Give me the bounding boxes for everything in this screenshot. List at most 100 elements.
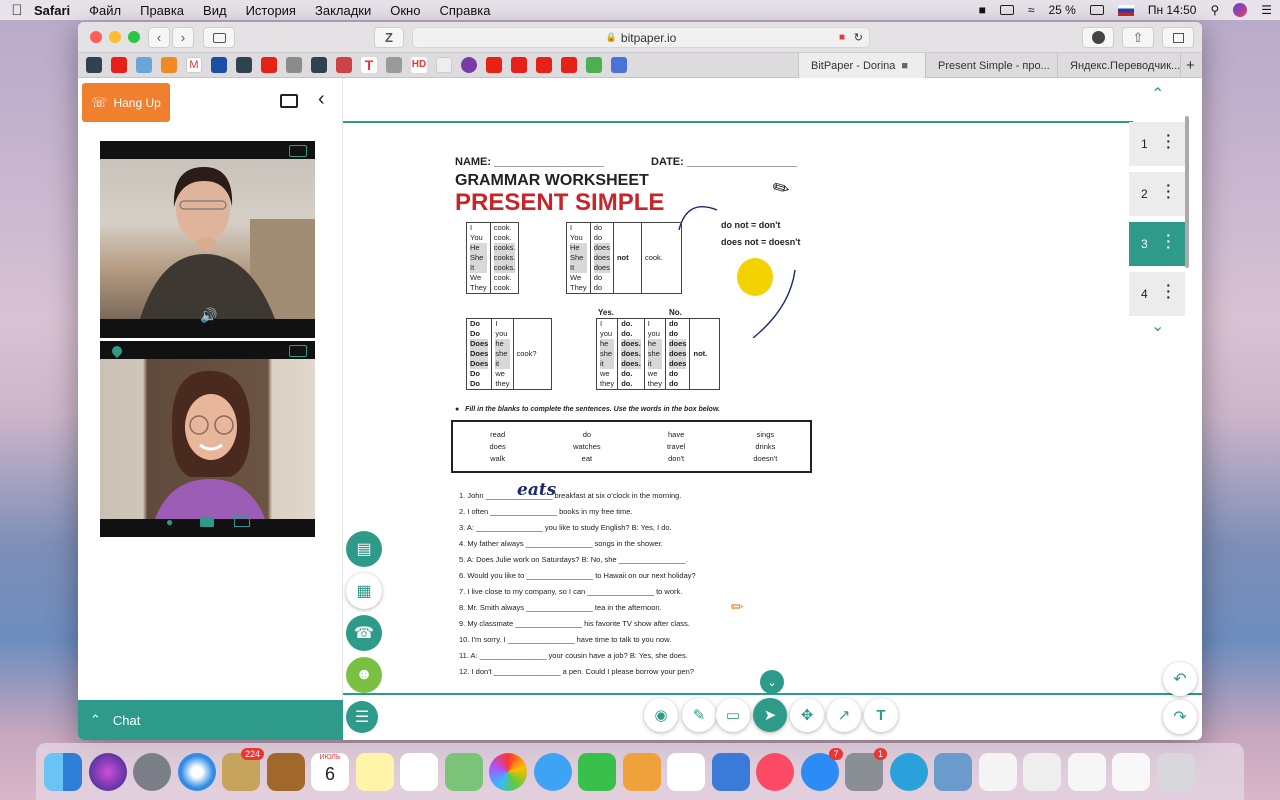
- collapse-panel-chevron-icon[interactable]: ‹: [318, 88, 325, 111]
- downloads-button[interactable]: [1082, 27, 1114, 48]
- eraser-tool[interactable]: ▭: [716, 698, 750, 732]
- bookmark-youtube2-icon[interactable]: [261, 57, 277, 73]
- tab-overview-button[interactable]: [1162, 27, 1194, 48]
- apple-icon[interactable]: : [0, 2, 34, 19]
- spotlight-search-icon[interactable]: ⚲: [1210, 3, 1219, 17]
- document-stack-icon[interactable]: [1023, 752, 1061, 791]
- tab-yandex-translate[interactable]: Яндекс.Переводчик...: [1057, 53, 1180, 78]
- menu-item-file[interactable]: Файл: [89, 3, 121, 18]
- address-bar[interactable]: 🔒 bitpaper.io ■ ↻: [412, 27, 870, 48]
- textedit-icon[interactable]: [978, 752, 1017, 791]
- pen-tool[interactable]: ✎: [682, 698, 716, 732]
- menu-item-window[interactable]: Окно: [390, 3, 420, 18]
- bookmark-doc-icon[interactable]: [436, 57, 452, 73]
- whiteboard-area[interactable]: NAME: __________________ DATE: _________…: [343, 78, 1202, 740]
- facetime-icon[interactable]: [578, 752, 616, 791]
- notification-center-icon[interactable]: ☰: [1261, 3, 1272, 17]
- bookmark-l-icon[interactable]: [386, 57, 402, 73]
- call-button[interactable]: ☎: [346, 615, 382, 651]
- new-tab-button[interactable]: +: [1180, 53, 1202, 78]
- contacts-icon[interactable]: [266, 752, 305, 791]
- battery-percent[interactable]: 25 %: [1048, 3, 1075, 17]
- bookmark-music-icon[interactable]: [161, 57, 177, 73]
- bookmark-youtube-icon[interactable]: [111, 57, 127, 73]
- screen-off-icon[interactable]: [234, 516, 250, 527]
- safari-icon[interactable]: [177, 752, 216, 791]
- photos-icon[interactable]: [489, 752, 527, 791]
- bookmark-youtube3-icon[interactable]: [511, 57, 527, 73]
- fullscreen-icon[interactable]: [280, 94, 298, 108]
- music-icon[interactable]: [756, 752, 794, 791]
- menu-item-bookmarks[interactable]: Закладки: [315, 3, 371, 18]
- reload-icon[interactable]: ↻: [854, 31, 863, 44]
- siri-icon[interactable]: [1233, 3, 1248, 17]
- page-options-icon[interactable]: · · ·: [1166, 278, 1171, 304]
- messages-icon[interactable]: [533, 752, 572, 791]
- siri-dock-icon[interactable]: [88, 752, 127, 791]
- bookmark-mic-icon[interactable]: [136, 57, 152, 73]
- menu-app-name[interactable]: Safari: [34, 3, 70, 18]
- reminders-icon[interactable]: [400, 752, 438, 791]
- page-thumbnail-2[interactable]: 2 · · ·: [1129, 172, 1185, 216]
- bookmark-c-icon[interactable]: [211, 57, 227, 73]
- add-user-button[interactable]: ☻: [346, 657, 382, 693]
- recording-camera-icon[interactable]: ■: [839, 32, 845, 43]
- menu-item-view[interactable]: Вид: [203, 3, 227, 18]
- select-tool[interactable]: ➤: [753, 698, 787, 732]
- text-tool[interactable]: T: [864, 698, 898, 732]
- toolbar-collapse-button[interactable]: ⌄: [760, 670, 784, 694]
- page-thumbnail-4[interactable]: 4 · · ·: [1129, 272, 1185, 316]
- menu-clock[interactable]: Пн 14:50: [1148, 3, 1197, 17]
- page-thumbnail-3[interactable]: 3 · · ·: [1129, 222, 1185, 266]
- page-options-icon[interactable]: · · ·: [1166, 228, 1171, 254]
- location-pin-icon[interactable]: [109, 343, 125, 359]
- speaker-icon[interactable]: 🔊: [200, 307, 217, 324]
- bookmark-gc-icon[interactable]: [86, 57, 102, 73]
- microphone-icon[interactable]: ●: [166, 515, 173, 529]
- screen-share-local-icon[interactable]: [289, 345, 307, 357]
- bookmark-house-icon[interactable]: [586, 57, 602, 73]
- bookmark-brain-icon[interactable]: [461, 57, 477, 73]
- chat-bar[interactable]: ⌃ Chat: [78, 700, 343, 740]
- back-button[interactable]: ‹: [148, 27, 170, 48]
- bookmark-play-icon[interactable]: [486, 57, 502, 73]
- bookmark-gmail-icon[interactable]: M: [186, 57, 202, 73]
- page-list-scrollbar[interactable]: [1185, 116, 1189, 268]
- undo-button[interactable]: ↶: [1163, 662, 1197, 696]
- tab-present-simple[interactable]: Present Simple - про...: [925, 53, 1057, 78]
- flag-ru-icon[interactable]: [1117, 4, 1134, 16]
- menu-item-help[interactable]: Справка: [439, 3, 490, 18]
- grid-button[interactable]: ▦: [346, 573, 382, 609]
- menu-item-edit[interactable]: Правка: [140, 3, 184, 18]
- preview-icon[interactable]: [934, 752, 972, 791]
- hang-up-button[interactable]: ☏ Hang Up: [82, 83, 170, 122]
- redo-button[interactable]: ↷: [1163, 700, 1197, 734]
- notes-button[interactable]: ▤: [346, 531, 382, 567]
- pages-up-chevron-icon[interactable]: ⌃: [1151, 84, 1164, 104]
- notes-icon[interactable]: [355, 752, 394, 791]
- minimize-window-button[interactable]: [109, 31, 121, 43]
- calendar-icon[interactable]: ИЮЛЬ 6: [311, 752, 349, 791]
- launchpad-icon[interactable]: [133, 752, 171, 791]
- extension-z-button[interactable]: Z: [374, 27, 404, 48]
- downloads-stack-icon[interactable]: [1067, 752, 1106, 791]
- battery-icon[interactable]: [1089, 5, 1104, 15]
- sidebar-button[interactable]: [203, 27, 235, 48]
- menu-button[interactable]: ☰: [346, 701, 378, 733]
- laser-tool[interactable]: ↗: [827, 698, 861, 732]
- numbers-icon[interactable]: [667, 752, 705, 791]
- bookmark-docs-icon[interactable]: [611, 57, 627, 73]
- forward-button[interactable]: ›: [172, 27, 194, 48]
- bookmark-f-icon[interactable]: [286, 57, 302, 73]
- airplay-icon[interactable]: [999, 5, 1014, 15]
- move-tool[interactable]: ✥: [790, 698, 824, 732]
- screenshot-stack-icon[interactable]: [1112, 752, 1150, 791]
- camera-status-icon[interactable]: ■: [979, 3, 986, 17]
- system-preferences-icon[interactable]: 1: [845, 747, 887, 791]
- close-window-button[interactable]: [90, 31, 102, 43]
- menu-item-history[interactable]: История: [246, 3, 296, 18]
- mail-icon[interactable]: 224: [222, 747, 264, 791]
- bookmark-t-icon[interactable]: T: [361, 57, 377, 73]
- bookmark-youtube4-icon[interactable]: [536, 57, 552, 73]
- bookmark-gc3-icon[interactable]: [311, 57, 327, 73]
